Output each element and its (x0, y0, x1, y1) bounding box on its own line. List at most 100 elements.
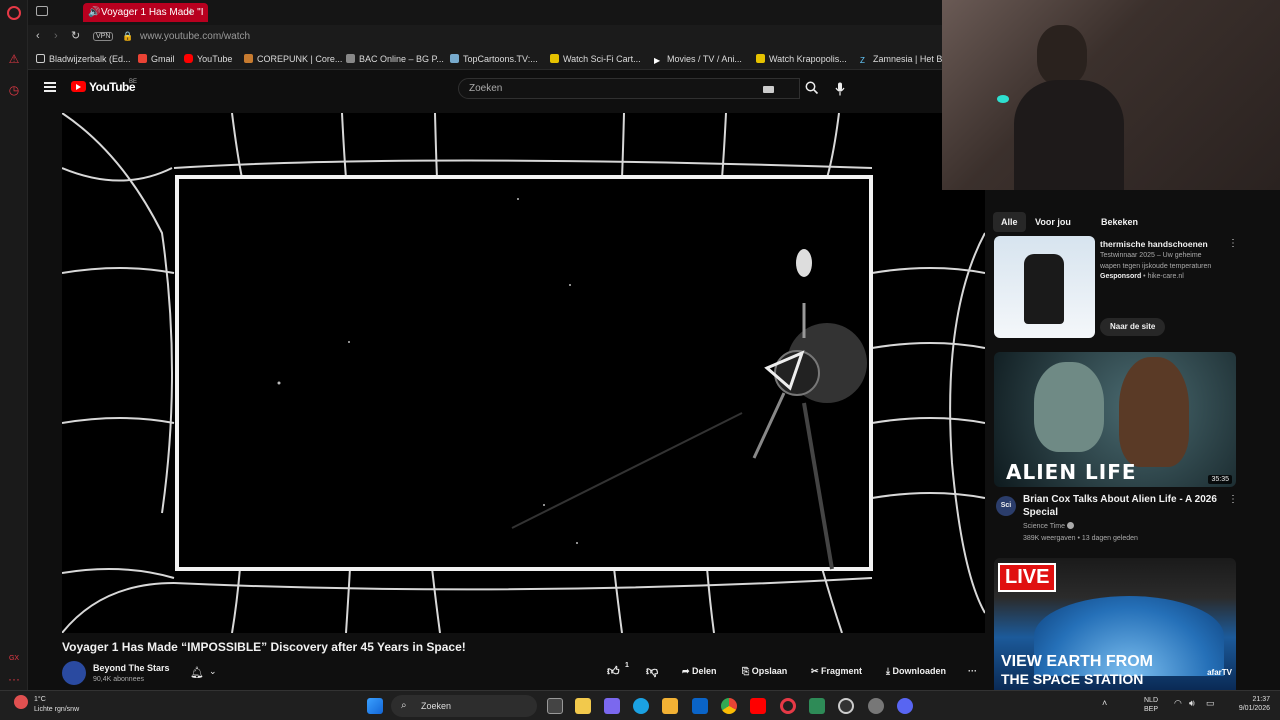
more-options-icon[interactable]: ⋮ (1228, 494, 1238, 505)
date-label: 9/01/2026 (1238, 705, 1270, 712)
bookmark-item[interactable]: TopCartoons.TV:... (450, 54, 538, 64)
explorer-icon[interactable] (662, 698, 678, 714)
bookmark-item[interactable]: COREPUNK | Core... (244, 54, 342, 64)
region-label: BE (129, 79, 138, 85)
windows-start-icon[interactable] (367, 698, 383, 714)
microphone-icon[interactable] (835, 82, 845, 96)
more-actions-icon[interactable]: ··· (968, 666, 977, 676)
more-options-icon[interactable]: ⋮ (1228, 238, 1238, 249)
task-view-icon[interactable] (547, 698, 563, 714)
brand-label: afarTV (1207, 668, 1232, 677)
glove-image (1024, 254, 1064, 324)
opera-logo-icon[interactable] (7, 6, 21, 20)
history-icon[interactable]: ◷ (7, 83, 21, 97)
teams-icon[interactable] (604, 698, 620, 714)
weather-icon[interactable] (14, 695, 28, 709)
menu-icon[interactable] (44, 82, 56, 92)
video-title[interactable]: Brian Cox Talks About Alien Life - A 202… (1023, 493, 1218, 519)
share-button[interactable]: ➦ Delen (682, 666, 717, 677)
bookmark-item[interactable]: YouTube (184, 54, 232, 64)
battery-icon[interactable]: ▭ (1206, 699, 1215, 708)
like-button[interactable]: 👍︎ (607, 664, 620, 679)
search-button[interactable] (800, 78, 822, 99)
filter-chips: Alle Voor jou Bekeken (993, 212, 1233, 232)
dislike-button[interactable]: 👎︎ (646, 664, 658, 679)
gmail-icon (138, 54, 147, 63)
chip-all[interactable]: Alle (993, 212, 1026, 232)
discord-icon[interactable] (897, 698, 913, 714)
youtube-app-icon[interactable] (750, 698, 766, 714)
bac-icon (346, 54, 355, 63)
channel-avatar[interactable]: Sci (996, 496, 1016, 516)
bookmark-item[interactable]: Watch Sci-Fi Cart... (550, 54, 641, 64)
weather-temp: 1°C (34, 696, 46, 703)
clock[interactable]: 21:37 9/01/2026 (1228, 695, 1270, 713)
time-label: 21:37 (1252, 696, 1270, 703)
search-input[interactable]: Zoeken (458, 78, 800, 99)
lock-icon: 🔒 (122, 31, 134, 41)
video-thumbnail[interactable]: ALIEN LIFE 35:35 (994, 352, 1236, 487)
taskbar: 1°C Lichte rgn/snw ⌕ Zoeken ˄ NLD BEP ◠ 🔊… (0, 690, 1280, 720)
video-frame (62, 113, 985, 633)
bookmark-item[interactable]: ▶ Movies / TV / Ani... (654, 54, 742, 65)
scissors-icon: ✂ (811, 666, 822, 676)
taskbar-search-label: Zoeken (421, 701, 452, 711)
ad-domain: hike-care.nl (1147, 273, 1184, 280)
keyboard-icon[interactable] (763, 86, 774, 93)
new-tab-icon[interactable]: + (187, 4, 195, 19)
ad-description: Testwinnaar 2025 – Uw geheime wapen tege… (1100, 252, 1212, 270)
volume-icon[interactable]: 🔊︎ (1189, 699, 1195, 708)
store-icon[interactable] (575, 698, 591, 714)
bell-icon[interactable]: 🔔︎ (190, 666, 204, 679)
search-icon (805, 81, 819, 95)
tab-manager-icon[interactable] (36, 6, 48, 16)
chrome-icon[interactable] (721, 698, 737, 714)
channel-name-main[interactable]: Beyond The Stars (93, 663, 170, 673)
save-button[interactable]: ⎘ Opslaan (742, 666, 787, 677)
download-button[interactable]: ⤓ Downloaden (886, 666, 946, 677)
taskbar-search[interactable]: ⌕ Zoeken (391, 695, 537, 717)
tray-chevron-icon[interactable]: ˄ (1102, 699, 1107, 708)
video-player[interactable] (62, 113, 985, 633)
bookmark-item[interactable]: Bladwijzerbalk (Ed... (36, 54, 131, 64)
calculator-icon[interactable] (809, 698, 825, 714)
like-count: 1 (625, 662, 629, 669)
bookmark-item[interactable]: BAC Online – BG P... (346, 54, 444, 64)
reload-icon[interactable]: ↻ (71, 29, 80, 42)
outlook-icon[interactable] (692, 698, 708, 714)
settings-icon[interactable] (868, 698, 884, 714)
edge-icon[interactable] (633, 698, 649, 714)
clip-button[interactable]: ✂ Fragment (811, 666, 862, 677)
corepunk-icon (244, 54, 253, 63)
forward-icon[interactable]: › (54, 30, 58, 42)
opera-wallet-icon[interactable]: ⚠ (7, 52, 21, 66)
bookmark-item[interactable]: Watch Krapopolis... (756, 54, 847, 64)
speaker-icon[interactable]: 🔊 (88, 3, 100, 22)
chevron-down-icon[interactable]: ⌄ (209, 666, 217, 677)
krapopolis-icon (756, 54, 765, 63)
steam-icon[interactable] (838, 698, 854, 714)
url-field[interactable]: www.youtube.com/watch (140, 31, 250, 42)
opera-gx-icon[interactable] (780, 698, 796, 714)
ad-thumbnail[interactable] (994, 236, 1095, 338)
channel-avatar-main[interactable] (62, 661, 86, 685)
address-bar: ‹ › ↻ VPN 🔒 www.youtube.com/watch (28, 25, 942, 50)
language-indicator[interactable]: NLD BEP (1144, 696, 1158, 714)
thumbnail-text: ALIEN LIFE (1006, 460, 1137, 484)
ad-cta-button[interactable]: Naar de site (1100, 318, 1166, 336)
chip-watched[interactable]: Bekeken (1093, 212, 1146, 232)
thumbnail-text-line1: VIEW EARTH FROM (1001, 653, 1153, 670)
thumbnail-text-line2: THE SPACE STATION (1001, 671, 1144, 687)
bookmark-item[interactable]: Z Zamnesia | Het Be (860, 54, 947, 65)
channel-name[interactable]: Science Time (1023, 521, 1074, 532)
youtube-logo-icon[interactable] (71, 81, 86, 92)
gx-icon[interactable]: GX (7, 652, 21, 666)
ad-sponsored: Gesponsord • hike-care.nl (1100, 273, 1184, 280)
more-icon[interactable]: ··· (7, 672, 21, 686)
chip-for-you[interactable]: Voor jou (1027, 212, 1079, 232)
vpn-badge[interactable]: VPN (93, 32, 114, 41)
live-thumbnail[interactable]: LIVE VIEW EARTH FROM THE SPACE STATION a… (994, 558, 1236, 690)
wifi-icon[interactable]: ◠ (1174, 699, 1182, 708)
back-icon[interactable]: ‹ (36, 30, 40, 42)
bookmark-item[interactable]: Gmail (138, 54, 175, 64)
